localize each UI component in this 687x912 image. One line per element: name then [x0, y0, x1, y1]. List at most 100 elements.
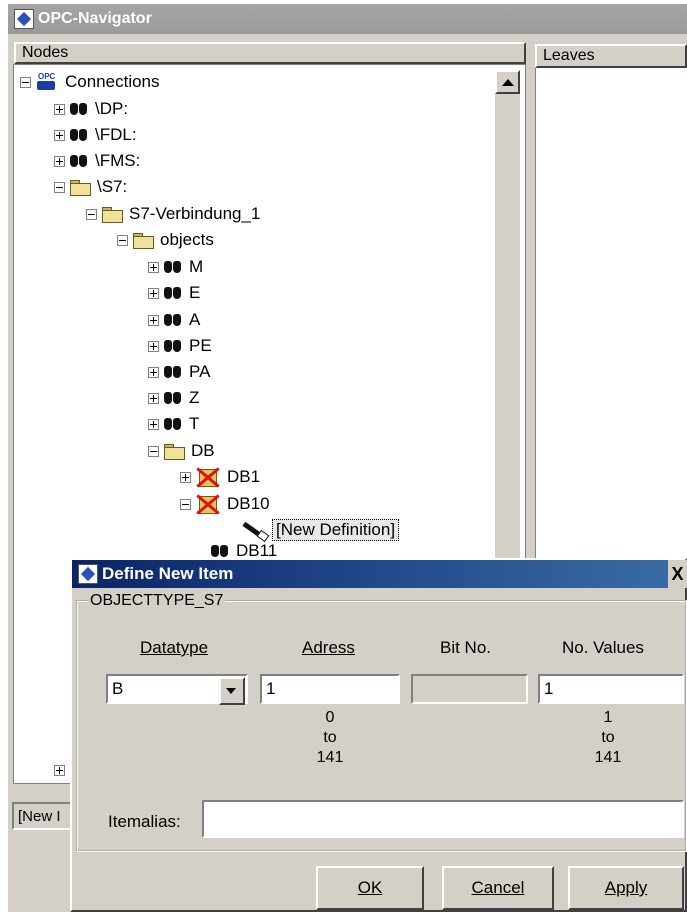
tree-node-objects[interactable]: objects — [117, 228, 214, 252]
novalues-input[interactable]: 1 — [538, 674, 684, 704]
collapse-icon[interactable] — [117, 234, 128, 246]
collapse-icon[interactable] — [148, 445, 159, 457]
apply-label: Apply — [604, 878, 648, 897]
expand-icon[interactable] — [148, 314, 159, 326]
address-input[interactable]: 1 — [260, 674, 400, 704]
address-label: Adress — [302, 638, 355, 657]
novalues-value: 1 — [544, 679, 554, 698]
invalid-item-icon — [195, 493, 221, 515]
chevron-down-icon[interactable] — [219, 677, 245, 705]
binoculars-icon — [69, 127, 89, 143]
dialog-app-icon — [78, 564, 98, 584]
nodes-header-label: Nodes — [22, 44, 69, 61]
tree-node-z[interactable]: Z — [148, 386, 199, 410]
tree-node-s7[interactable]: \S7: — [54, 175, 127, 199]
binoculars-icon — [163, 312, 183, 328]
bitno-label: Bit No. — [440, 638, 492, 657]
binoculars-icon — [163, 416, 183, 432]
tree-node-label: \S7: — [97, 177, 128, 196]
itemalias-input[interactable] — [202, 800, 684, 838]
close-button[interactable]: X — [668, 560, 687, 588]
tree-node-fms[interactable]: \FMS: — [54, 149, 140, 173]
leaves-header[interactable]: Leaves — [535, 44, 687, 68]
tree-node-m[interactable]: M — [148, 255, 203, 279]
tree-node-label: T — [189, 414, 200, 433]
expand-icon[interactable] — [148, 340, 159, 352]
binoculars-icon — [163, 285, 183, 301]
collapse-icon[interactable] — [86, 208, 97, 220]
expand-icon[interactable] — [148, 261, 159, 273]
leaves-pane[interactable] — [535, 68, 687, 568]
nodes-scrollbar[interactable] — [495, 70, 520, 560]
tree-node-collapsed[interactable] — [54, 758, 69, 782]
folder-open-icon — [163, 443, 185, 460]
novalues-range-to: to — [601, 729, 615, 746]
tree-node-label: S7-Verbindung_1 — [129, 204, 261, 223]
expand-icon[interactable] — [180, 471, 191, 483]
window-titlebar[interactable]: OPC-Navigator — [8, 4, 687, 34]
tree-node-label: DB — [191, 441, 215, 460]
tree-node-e[interactable]: E — [148, 281, 200, 305]
tree-node-dp[interactable]: \DP: — [54, 97, 128, 121]
address-value: 1 — [266, 679, 276, 698]
tree-node-label: Connections — [65, 72, 160, 91]
apply-button[interactable]: Apply — [568, 866, 684, 910]
expand-icon[interactable] — [54, 103, 65, 115]
expand-icon[interactable] — [148, 366, 159, 378]
tree-node-db1[interactable]: DB1 — [180, 465, 260, 489]
address-range: 0 to 141 — [300, 708, 360, 768]
scroll-up-button[interactable] — [495, 70, 520, 94]
address-range-max: 141 — [316, 749, 344, 766]
invalid-item-icon — [195, 466, 221, 488]
tree-node-label: M — [189, 257, 204, 276]
tree-node-label: [New Definition] — [272, 519, 400, 541]
tree-node-pa[interactable]: PA — [148, 360, 210, 384]
expand-icon[interactable] — [148, 418, 159, 430]
tree-node-db[interactable]: DB — [148, 439, 215, 463]
expand-icon[interactable] — [54, 764, 65, 776]
binoculars-icon — [69, 101, 89, 117]
datatype-label: Datatype — [140, 638, 209, 657]
tree-node-s7-verbindung[interactable]: S7-Verbindung_1 — [86, 202, 260, 226]
novalues-range-max: 141 — [594, 749, 622, 766]
opc-server-icon: OPC — [35, 72, 59, 92]
novalues-label: No. Values — [562, 638, 644, 657]
expand-icon[interactable] — [54, 129, 65, 141]
ok-label: OK — [357, 878, 383, 897]
tree-node-db10[interactable]: DB10 — [180, 492, 270, 516]
cancel-button[interactable]: Cancel — [442, 866, 554, 910]
binoculars-icon — [163, 259, 183, 275]
bitno-input — [411, 674, 528, 704]
folder-open-icon — [132, 232, 154, 249]
tree-node-db11[interactable]: DB11 — [180, 544, 277, 558]
tree-node-fdl[interactable]: \FDL: — [54, 123, 137, 147]
ok-button[interactable]: OK — [316, 866, 424, 910]
tree-node-new-definition[interactable]: [New Definition] — [240, 518, 400, 542]
tree-node-t[interactable]: T — [148, 412, 199, 436]
collapse-icon[interactable] — [180, 498, 191, 510]
binoculars-icon — [69, 153, 89, 169]
tree-node-label: DB10 — [227, 494, 270, 513]
collapse-icon[interactable] — [54, 181, 65, 193]
tree-node-pe[interactable]: PE — [148, 334, 212, 358]
expand-icon[interactable] — [148, 287, 159, 299]
tree-node-label: E — [189, 283, 201, 302]
binoculars-icon — [163, 338, 183, 354]
tree-node-label: objects — [160, 230, 214, 249]
collapse-icon[interactable] — [20, 76, 31, 88]
tree-node-connections[interactable]: OPC Connections — [20, 70, 160, 94]
expand-icon[interactable] — [54, 155, 65, 167]
folder-open-icon — [101, 206, 123, 223]
tree-node-label: PA — [189, 362, 211, 381]
nodes-header[interactable]: Nodes — [14, 42, 526, 64]
binoculars-icon — [210, 544, 230, 558]
novalues-range: 1 to 141 — [578, 708, 638, 768]
expand-icon[interactable] — [148, 392, 159, 404]
tree-node-label: DB1 — [227, 467, 261, 486]
dialog-titlebar[interactable]: Define New Item — [72, 560, 687, 588]
folder-open-icon — [69, 179, 91, 196]
dialog-title: Define New Item — [102, 564, 234, 583]
datatype-select[interactable]: B — [106, 674, 248, 705]
novalues-range-min: 1 — [603, 709, 613, 726]
tree-node-a[interactable]: A — [148, 308, 200, 332]
